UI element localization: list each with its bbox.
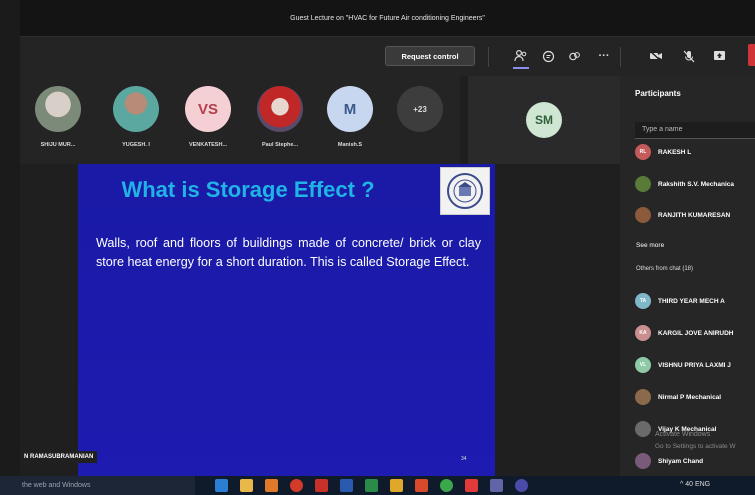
request-control-button[interactable]: Request control <box>385 46 475 66</box>
slide-page-number: 34 <box>461 456 467 462</box>
video-tile[interactable]: VS VENKATESH... <box>180 86 236 148</box>
overflow-tile[interactable]: +23 <box>392 86 448 132</box>
chrome-icon[interactable] <box>440 479 453 492</box>
shared-slide: What is Storage Effect ? Walls, roof and… <box>78 164 495 476</box>
more-icon[interactable]: ··· <box>595 47 613 65</box>
video-tile[interactable]: SHIJU MUR... <box>30 86 86 148</box>
teams-icon[interactable] <box>490 479 503 492</box>
avatar <box>113 86 159 132</box>
chat-icon[interactable] <box>539 47 557 65</box>
avatar: VL <box>635 357 651 373</box>
store-icon[interactable] <box>265 479 278 492</box>
excel-icon[interactable] <box>365 479 378 492</box>
activate-windows-watermark: Activate Windows <box>655 431 711 438</box>
share-icon[interactable] <box>710 47 728 65</box>
overflow-count: +23 <box>397 86 443 132</box>
avatar <box>635 207 651 223</box>
leave-button[interactable] <box>748 44 755 66</box>
participant-name: VISHNU PRIYA LAXMI J <box>658 361 731 369</box>
participant-name: Paul Stephe... <box>261 142 299 148</box>
app-icon[interactable] <box>515 479 528 492</box>
avatar: VS <box>185 86 231 132</box>
avatar <box>635 176 651 192</box>
avatar: TA <box>635 293 651 309</box>
video-tile[interactable]: Paul Stephe... <box>252 86 308 148</box>
pdf-icon[interactable] <box>315 479 328 492</box>
participant-row[interactable]: Nirmal P Mechanical <box>635 386 721 408</box>
participant-row[interactable]: Shiyam Chand <box>635 450 703 472</box>
participant-row[interactable]: VL VISHNU PRIYA LAXMI J <box>635 354 731 376</box>
opera-icon[interactable] <box>290 479 303 492</box>
activate-windows-subtext: Go to Settings to activate W <box>655 443 736 450</box>
active-tab-indicator <box>513 67 529 69</box>
participant-name: Shiyam Chand <box>658 457 704 465</box>
screen: Guest Lecture on "HVAC for Future Air co… <box>0 0 755 495</box>
slide-body: Walls, roof and floors of buildings made… <box>96 236 481 269</box>
participant-row[interactable]: KA KARGIL JOVE ANIRUDH <box>635 322 733 344</box>
edge-icon[interactable] <box>215 479 228 492</box>
participant-row[interactable]: RANJITH KUMARESAN <box>635 204 730 226</box>
participant-name: VENKATESH... <box>188 142 228 148</box>
window-title: Guest Lecture on "HVAC for Future Air co… <box>290 15 485 22</box>
institution-logo <box>440 167 490 215</box>
video-tile[interactable]: YUGESH. I <box>108 86 164 148</box>
toolbar-divider <box>620 47 621 67</box>
photos-icon[interactable] <box>390 479 403 492</box>
toolbar-divider <box>488 47 489 67</box>
participant-row[interactable]: TA THIRD YEAR MECH A <box>635 290 725 312</box>
avatar <box>635 453 651 469</box>
participant-search-input[interactable]: Type a name <box>635 122 755 139</box>
camera-off-icon[interactable] <box>647 47 665 65</box>
panel-title: Participants <box>635 89 681 98</box>
reactions-icon[interactable] <box>565 47 583 65</box>
participant-row[interactable]: RL RAKESH L <box>635 141 691 163</box>
see-more-link[interactable]: See more <box>636 242 664 249</box>
avatar: KA <box>635 325 651 341</box>
meeting-stage: SHIJU MUR... YUGESH. I VS VENKATESH... P… <box>20 76 620 476</box>
avatar <box>35 86 81 132</box>
slide-title: What is Storage Effect ? <box>121 177 375 202</box>
participant-name: Manish.S <box>337 142 363 148</box>
featured-video-tile[interactable]: SM <box>468 76 620 164</box>
avatar: M <box>327 86 373 132</box>
video-strip: SHIJU MUR... YUGESH. I VS VENKATESH... P… <box>20 76 460 164</box>
file-explorer-icon[interactable] <box>240 479 253 492</box>
app-icon[interactable] <box>465 479 478 492</box>
avatar: SM <box>526 102 562 138</box>
participant-row[interactable]: Rakshith S.V. Mechanica <box>635 173 734 195</box>
participant-name: Nirmal P Mechanical <box>658 393 722 401</box>
taskbar-search[interactable]: the web and Windows <box>0 476 195 495</box>
people-icon[interactable] <box>512 47 530 65</box>
participant-name: YUGESH. I <box>122 142 150 148</box>
participant-name: Rakshith S.V. Mechanica <box>658 180 734 188</box>
avatar <box>257 86 303 132</box>
others-from-chat-header[interactable]: Others from chat (18) <box>636 266 693 272</box>
powerpoint-icon[interactable] <box>415 479 428 492</box>
system-tray[interactable]: ^ 40 ENG <box>680 481 710 488</box>
video-tile[interactable]: M Manish.S <box>322 86 378 148</box>
meeting-toolbar: Request control ··· <box>20 36 755 76</box>
participants-panel: Participants Type a name RL RAKESH L Rak… <box>620 76 755 476</box>
participant-name: RANJITH KUMARESAN <box>658 211 731 219</box>
participant-name: THIRD YEAR MECH A <box>658 297 725 305</box>
taskbar: the web and Windows ^ 40 ENG <box>0 476 755 495</box>
avatar: RL <box>635 144 651 160</box>
presenter-label: N RAMASUBRAMANIAN <box>20 451 98 463</box>
participant-name: SHIJU MUR... <box>40 142 76 148</box>
word-icon[interactable] <box>340 479 353 492</box>
avatar <box>635 421 651 437</box>
mic-off-icon[interactable] <box>680 47 698 65</box>
title-bar: Guest Lecture on "HVAC for Future Air co… <box>20 0 755 36</box>
participant-name: RAKESH L <box>658 148 692 156</box>
avatar <box>635 389 651 405</box>
participant-name: KARGIL JOVE ANIRUDH <box>658 329 734 337</box>
